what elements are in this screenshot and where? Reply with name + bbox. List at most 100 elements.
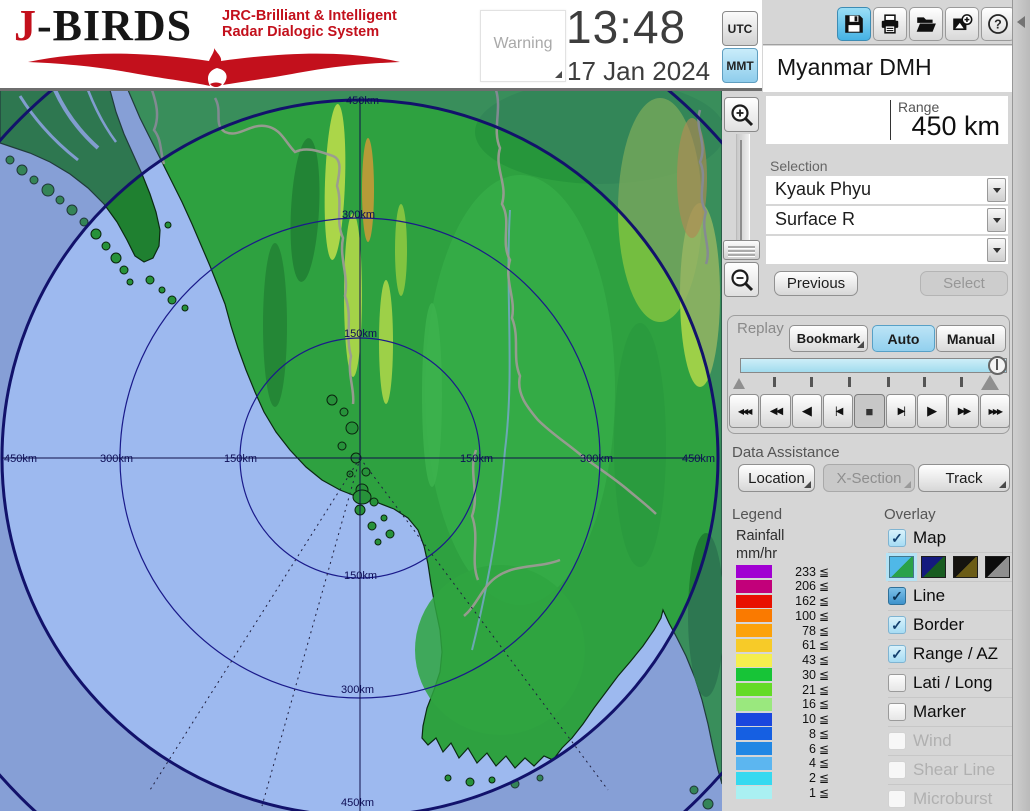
legend-value: 4 — [772, 756, 816, 770]
legend-value: 6 — [772, 742, 816, 756]
overlay-item-marker[interactable]: Marker — [888, 697, 1014, 726]
legend-value: 78 — [772, 624, 816, 638]
legend-color-swatch — [736, 668, 772, 681]
jump-end-button-icon: ▶▶▶ — [989, 407, 1001, 416]
open-file-button[interactable] — [909, 7, 943, 41]
overlay-item-wind[interactable]: Wind — [888, 726, 1014, 755]
timezone-utc-button[interactable]: UTC — [722, 11, 758, 46]
checkbox[interactable]: ✓ — [888, 529, 906, 547]
jump-start-button[interactable]: ◀◀◀ — [729, 394, 759, 428]
step-back-button[interactable]: ◀ — [792, 394, 822, 428]
map-style-mono-swatch[interactable] — [985, 556, 1010, 578]
jump-end-button[interactable]: ▶▶▶ — [980, 394, 1010, 428]
overlay-item-border[interactable]: ✓ Border — [888, 610, 1014, 639]
range-end-marker-icon[interactable] — [981, 375, 999, 390]
track-button[interactable]: Track — [918, 464, 1010, 492]
checkbox[interactable]: ✓ — [888, 645, 906, 663]
bookmark-button[interactable]: Bookmark — [789, 325, 868, 352]
overlay-item-label: Shear Line — [913, 760, 995, 780]
overlay-item-lati-long[interactable]: Lati / Long — [888, 668, 1014, 697]
overlay-item-range-az[interactable]: ✓ Range / AZ — [888, 639, 1014, 668]
xsection-button[interactable]: X-Section — [823, 464, 915, 492]
timezone-mmt-button[interactable]: MMT — [722, 48, 758, 83]
frame-back-button-icon: |◀ — [835, 406, 841, 417]
map-style-night-swatch[interactable] — [921, 556, 946, 578]
auto-mode-button[interactable]: Auto — [872, 325, 935, 352]
fast-rewind-button-icon: ◀◀ — [770, 406, 781, 417]
panel-divider — [763, 44, 1012, 45]
manual-mode-button[interactable]: Manual — [936, 325, 1006, 352]
zoom-out-button[interactable] — [724, 262, 759, 297]
play-button[interactable]: ▶ — [917, 394, 947, 428]
product-combo-dropdown-button[interactable] — [987, 208, 1006, 232]
product-combo-value: Surface R — [775, 209, 855, 230]
overlay-list: ✓ Map✓ Line✓ Border✓ Range / AZ Lati / L… — [888, 524, 1014, 811]
legend-color-swatch — [736, 595, 772, 608]
zoom-slider-groove — [740, 140, 742, 252]
legend-row: 43 ≦ — [736, 654, 866, 667]
ring-label: 450km — [346, 95, 379, 107]
range-start-marker-icon[interactable] — [733, 378, 745, 389]
fast-rewind-button[interactable]: ◀◀ — [760, 394, 790, 428]
collapse-arrow-icon[interactable] — [1017, 16, 1025, 28]
legend-row: 78 ≦ — [736, 624, 866, 637]
radar-map: 450km300km150km150km300km450km450km300km… — [0, 90, 722, 811]
station-combo-dropdown-button[interactable] — [987, 178, 1006, 202]
zoom-slider-thumb[interactable] — [723, 240, 760, 260]
extra-combo[interactable] — [766, 236, 1008, 264]
legend-value: 30 — [772, 668, 816, 682]
checkbox[interactable] — [888, 703, 906, 721]
overlay-item-shear-line[interactable]: Shear Line — [888, 755, 1014, 784]
map-style-selector — [888, 552, 1014, 581]
overlay-item-label: Line — [913, 586, 945, 606]
print-button[interactable] — [873, 7, 907, 41]
previous-button[interactable]: Previous — [774, 271, 858, 296]
replay-slider-thumb[interactable] — [988, 356, 1007, 375]
replay-slider-track[interactable] — [740, 358, 1007, 373]
map-style-day-swatch[interactable] — [889, 556, 914, 578]
panel-collapse-strip[interactable] — [1012, 0, 1030, 811]
radar-map-viewport[interactable]: 450km300km150km150km300km450km450km300km… — [0, 90, 722, 811]
ring-label: 150km — [460, 453, 493, 465]
overlay-item-line[interactable]: ✓ Line — [888, 581, 1014, 610]
legend-color-swatch — [736, 757, 772, 770]
checkbox[interactable] — [888, 674, 906, 692]
map-style-olive-swatch[interactable] — [953, 556, 978, 578]
stop-button[interactable]: ■ — [854, 394, 884, 428]
resize-grip-icon — [555, 71, 562, 78]
checkbox[interactable] — [888, 761, 906, 779]
chevron-down-icon — [993, 188, 1001, 193]
overlay-item-label: Lati / Long — [913, 673, 992, 693]
add-image-button[interactable] — [945, 7, 979, 41]
checkbox[interactable]: ✓ — [888, 587, 906, 605]
zoom-in-button[interactable] — [724, 97, 759, 132]
overlay-item-map[interactable]: ✓ Map — [888, 524, 1014, 552]
open-folder-icon — [915, 13, 937, 35]
legend-value: 61 — [772, 638, 816, 652]
legend-unit: Rainfallmm/hr — [736, 528, 784, 563]
legend-row: 10 ≦ — [736, 713, 866, 726]
ring-label: 150km — [344, 570, 377, 582]
fast-forward-button[interactable]: ▶▶ — [948, 394, 978, 428]
location-button[interactable]: Location — [738, 464, 815, 492]
replay-label: Replay — [737, 320, 784, 337]
checkbox[interactable] — [888, 732, 906, 750]
checkbox[interactable]: ✓ — [888, 616, 906, 634]
help-button[interactable]: ? — [981, 7, 1015, 41]
legend-color-swatch — [736, 742, 772, 755]
clock-time: 13:48 — [566, 0, 736, 54]
legend-lte-symbol: ≦ — [819, 565, 829, 579]
station-combo[interactable]: Kyauk Phyu — [766, 176, 1008, 204]
add-image-icon — [951, 13, 973, 35]
frame-forward-button[interactable]: ▶| — [886, 394, 916, 428]
product-combo[interactable]: Surface R — [766, 206, 1008, 234]
checkbox[interactable] — [888, 790, 906, 808]
menu-grip-icon — [804, 481, 811, 488]
legend-row: 30 ≦ — [736, 668, 866, 681]
select-button[interactable]: Select — [920, 271, 1008, 296]
save-button[interactable] — [837, 7, 871, 41]
frame-back-button[interactable]: |◀ — [823, 394, 853, 428]
overlay-item-microburst[interactable]: Microburst — [888, 784, 1014, 811]
warning-button[interactable]: Warning — [480, 10, 566, 82]
extra-combo-dropdown-button[interactable] — [987, 238, 1006, 262]
